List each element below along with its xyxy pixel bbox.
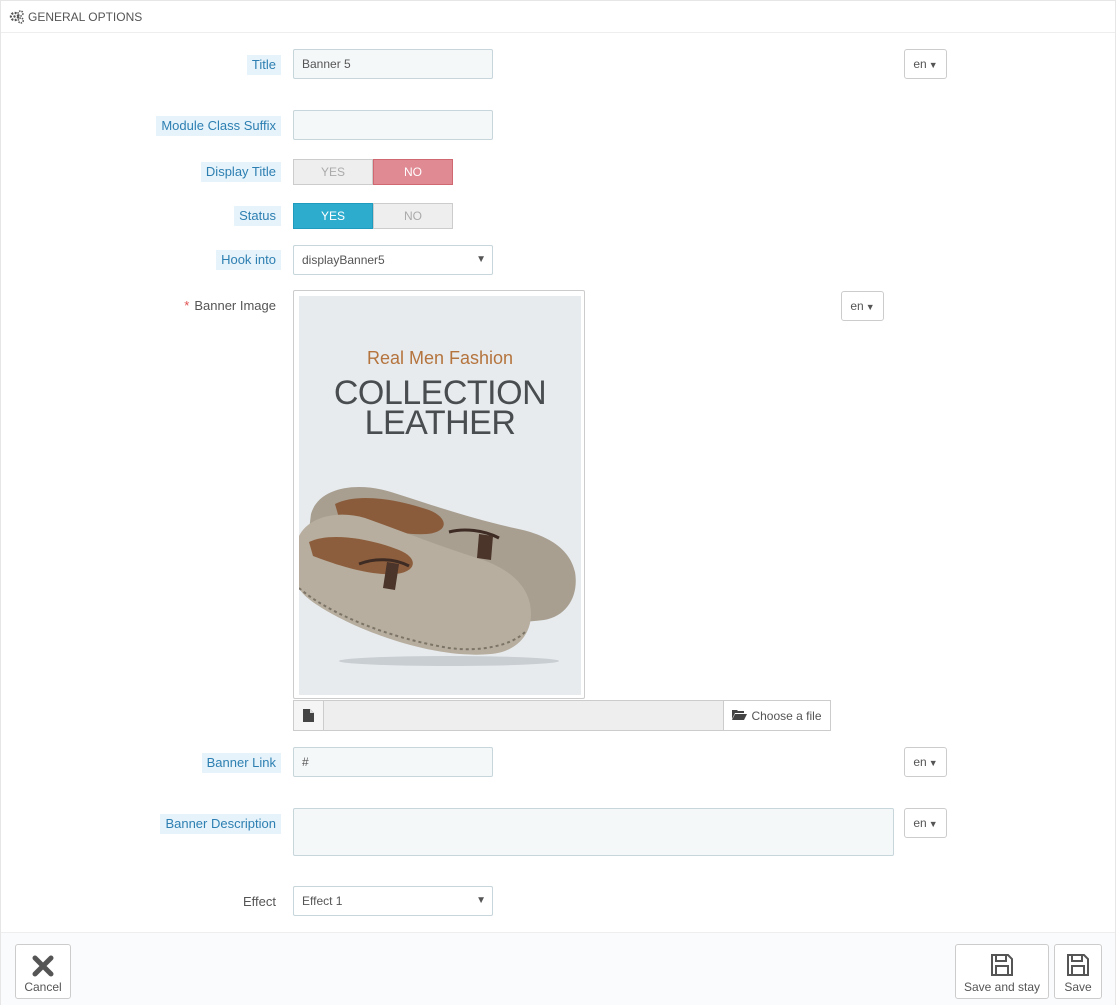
caret-down-icon: ▼ [928, 819, 938, 829]
title-lang-value: en [913, 57, 927, 71]
display-title-label: Display Title [200, 162, 281, 182]
effect-label: Effect [242, 894, 276, 909]
banner-description-label: Banner Description [160, 814, 281, 834]
cancel-button[interactable]: Cancel [15, 944, 71, 999]
choose-file-label: Choose a file [751, 708, 822, 723]
save-icon [1067, 954, 1089, 976]
save-label: Save [1064, 980, 1092, 994]
caret-down-icon: ▼ [865, 302, 875, 312]
banner-description-lang-value: en [913, 816, 927, 830]
save-icon [991, 954, 1013, 976]
gears-icon [9, 9, 25, 25]
display-title-switch[interactable]: YES NO [293, 159, 453, 185]
banner-image-label-text: Banner Image [194, 298, 276, 313]
caret-down-icon: ▼ [928, 758, 938, 768]
banner-image-lang-button[interactable]: en ▼ [841, 291, 884, 321]
general-options-panel: GENERAL OPTIONS Title Banner 5 en ▼ Modul… [0, 0, 1116, 1005]
banner-link-input[interactable]: # [293, 747, 493, 777]
panel-heading: GENERAL OPTIONS [1, 1, 1115, 33]
file-icon [293, 700, 324, 731]
banner-image-preview: Real Men Fashion COLLECTION LEATHER [293, 290, 585, 699]
module-class-suffix-label: Module Class Suffix [156, 116, 281, 136]
banner-image: Real Men Fashion COLLECTION LEATHER [299, 296, 581, 695]
panel-title: GENERAL OPTIONS [28, 9, 143, 24]
save-and-stay-label: Save and stay [963, 980, 1041, 994]
file-upload-row: Choose a file [293, 700, 831, 731]
select-arrow-icon: ▼ [476, 254, 486, 265]
select-arrow-icon: ▼ [476, 895, 486, 906]
title-lang-button[interactable]: en ▼ [904, 49, 947, 79]
status-label: Status [234, 206, 281, 226]
banner-image-lang-value: en [850, 299, 864, 313]
file-name-field[interactable] [324, 700, 724, 731]
banner-description-lang-button[interactable]: en ▼ [904, 808, 947, 838]
banner-link-lang-value: en [913, 755, 927, 769]
caret-down-icon: ▼ [928, 60, 938, 70]
hook-into-value: displayBanner5 [302, 253, 385, 267]
banner-link-label: Banner Link [201, 753, 281, 773]
banner-link-lang-button[interactable]: en ▼ [904, 747, 947, 777]
banner-image-label: * Banner Image [179, 296, 281, 316]
status-no[interactable]: NO [373, 203, 453, 229]
effect-select[interactable]: Effect 1 ▼ [293, 886, 493, 916]
cancel-label: Cancel [24, 980, 62, 994]
display-title-no[interactable]: NO [373, 159, 453, 185]
hook-into-label: Hook into [216, 250, 281, 270]
save-and-stay-button[interactable]: Save and stay [955, 944, 1049, 999]
status-switch[interactable]: YES NO [293, 203, 453, 229]
close-icon [32, 955, 54, 977]
effect-value: Effect 1 [302, 894, 343, 908]
hook-into-select[interactable]: displayBanner5 ▼ [293, 245, 493, 275]
choose-file-button[interactable]: Choose a file [724, 700, 831, 731]
title-label: Title [246, 55, 281, 75]
panel-footer: Cancel Save and stay Save [1, 932, 1115, 1005]
status-yes[interactable]: YES [293, 203, 373, 229]
folder-open-icon [732, 709, 748, 723]
title-input[interactable]: Banner 5 [293, 49, 493, 79]
display-title-yes[interactable]: YES [293, 159, 373, 185]
save-button[interactable]: Save [1054, 944, 1102, 999]
required-marker: * [184, 298, 190, 313]
module-class-suffix-input[interactable] [293, 110, 493, 140]
shoes-illustration [299, 487, 576, 666]
banner-description-textarea[interactable] [293, 808, 894, 856]
